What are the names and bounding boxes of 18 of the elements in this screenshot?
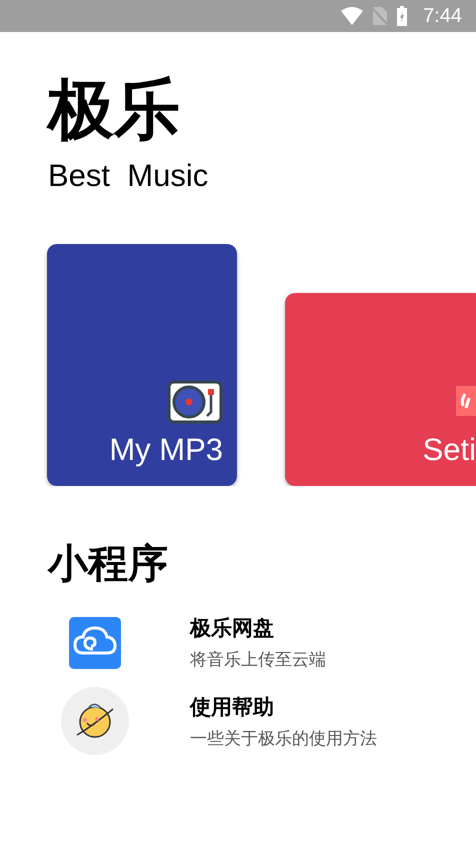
- no-sim-icon: [373, 7, 388, 25]
- card-label: My MP3: [109, 431, 223, 469]
- app-subtitle: Best Music: [48, 157, 210, 195]
- music-card[interactable]: My MP3: [47, 244, 237, 486]
- card-label: Seti: [422, 431, 476, 469]
- planet-icon[interactable]: [61, 687, 129, 755]
- battery-icon: [397, 6, 408, 26]
- section-title: 小程序: [46, 540, 169, 589]
- music-card[interactable]: Seti: [285, 293, 476, 486]
- cloud-icon[interactable]: [69, 616, 121, 668]
- program-title[interactable]: 使用帮助: [190, 692, 377, 720]
- program-title[interactable]: 极乐网盘: [190, 614, 326, 642]
- status-time: 7:44: [423, 4, 462, 28]
- wifi-icon: [341, 7, 364, 25]
- program-description: 将音乐上传至云端: [190, 649, 326, 671]
- turntable-icon: [167, 380, 223, 424]
- app-title: 极乐: [48, 70, 181, 150]
- program-description: 一些关于极乐的使用方法: [190, 728, 377, 750]
